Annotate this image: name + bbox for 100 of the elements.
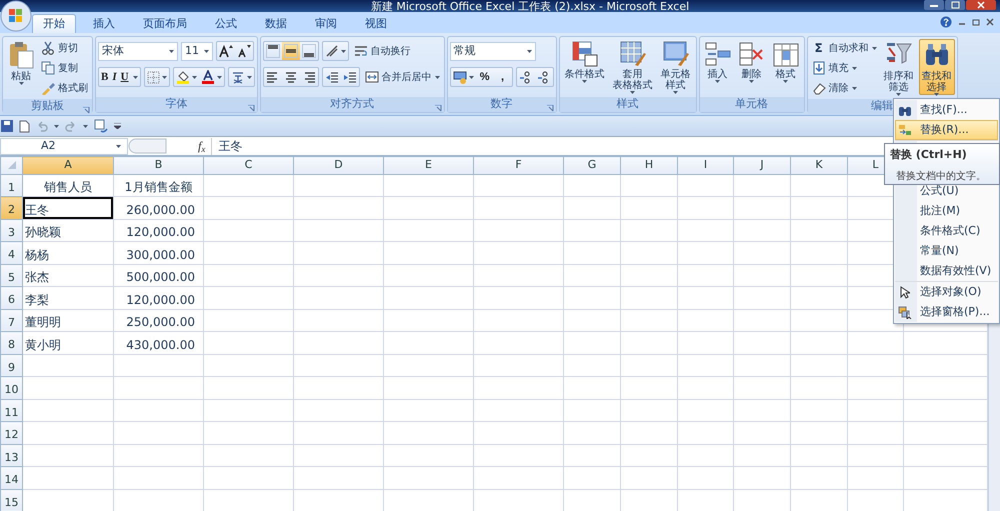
menu-item[interactable]: 查找(F)...	[895, 100, 998, 120]
group-label: 剪贴板	[31, 98, 64, 114]
ribbon-button[interactable]: 粘贴	[5, 39, 37, 95]
menu-item[interactable]: 常量(N)	[895, 241, 998, 261]
column-header[interactable]: G	[564, 156, 620, 174]
row-header[interactable]: 2	[0, 196, 22, 219]
ribbon-button[interactable]: 清除	[810, 79, 879, 97]
caret-icon	[340, 50, 346, 52]
ribbon-button[interactable]: 复制	[39, 59, 90, 77]
ribbon-tab[interactable]: 开始	[32, 14, 76, 33]
caret-icon	[673, 91, 678, 94]
column-header[interactable]: D	[294, 156, 384, 174]
ribbon-button[interactable]: 插入	[702, 39, 734, 95]
font-style-button[interactable]: U	[118, 68, 131, 86]
ribbon-tab[interactable]: 视图	[354, 14, 398, 33]
menu-item[interactable]: 数据有效性(V)	[895, 261, 998, 281]
row-header[interactable]: 13	[0, 444, 22, 466]
font-size-field[interactable]: 11	[181, 42, 213, 60]
delete-cells-icon	[738, 41, 765, 67]
eraser-icon	[812, 81, 826, 95]
row-header[interactable]: 5	[0, 264, 22, 286]
row-header[interactable]: 12	[0, 422, 22, 444]
caret-icon	[468, 76, 474, 78]
restore-icon	[945, 0, 965, 10]
restore-icon	[972, 18, 980, 26]
menu-item[interactable]: 公式(U)	[895, 181, 998, 201]
clipboard-icon	[8, 41, 34, 69]
ribbon-button[interactable]: Σ 自动求和	[810, 39, 879, 57]
column-header[interactable]: B	[114, 156, 204, 174]
merge-center-button[interactable]: 合并后居中	[362, 68, 442, 86]
menu-item[interactable]: 选择对象(O)	[895, 282, 998, 302]
column-header[interactable]: C	[204, 156, 294, 174]
menu-item[interactable]: 条件格式(C)	[895, 221, 998, 241]
borders-icon	[146, 70, 160, 84]
ribbon-button[interactable]: 查找和 选择	[918, 39, 955, 95]
ribbon-button[interactable]: 删除	[736, 39, 768, 95]
vertical-align-button[interactable]	[300, 42, 318, 60]
menu-item[interactable]: 替换(R)...	[895, 120, 998, 140]
corner-icon	[8, 160, 16, 169]
insert-function-button[interactable]: f$_{x}$	[198, 137, 206, 155]
number-style-button[interactable]: %	[476, 68, 494, 86]
ribbon-tab[interactable]: 页面布局	[132, 14, 198, 33]
ribbon-button[interactable]: 格式	[770, 39, 802, 95]
row-header[interactable]: 15	[0, 489, 22, 511]
paint-bucket-icon	[176, 70, 190, 84]
ribbon-button[interactable]: 套用 表格格式	[610, 39, 656, 95]
grow-font-icon	[219, 44, 233, 58]
ribbon-tab[interactable]: 公式	[204, 14, 248, 33]
row-header[interactable]: 9	[0, 354, 22, 376]
menu-item[interactable]: 批注(M)	[895, 201, 998, 221]
ribbon-button[interactable]: 排序和 筛选	[880, 39, 917, 95]
row-header[interactable]: 14	[0, 466, 22, 489]
phonetic-icon	[230, 70, 245, 84]
ribbon-tab[interactable]: 数据	[254, 14, 298, 33]
number-format-field[interactable]: 常规	[450, 42, 536, 60]
splitter-icon	[128, 138, 168, 154]
font-style-button[interactable]: B	[99, 68, 110, 86]
vertical-align-button[interactable]	[264, 42, 282, 60]
align-icon	[284, 44, 298, 58]
ribbon-tab[interactable]: 插入	[82, 14, 126, 33]
column-header[interactable]: A	[22, 156, 114, 174]
ribbon-button[interactable]: 条件格式	[562, 39, 608, 95]
name-box[interactable]: A2	[0, 138, 128, 154]
ribbon-button[interactable]: 填充	[810, 59, 879, 77]
row-header[interactable]: 10	[0, 376, 22, 399]
merge-cells-icon	[364, 70, 379, 84]
table-cell: 黄小明	[22, 332, 114, 354]
column-header[interactable]: H	[620, 156, 678, 174]
row-header[interactable]: 11	[0, 399, 22, 422]
table-cell: 董明明	[22, 309, 114, 332]
caret-icon	[132, 76, 138, 78]
undo-icon	[36, 120, 48, 132]
pointer-icon	[900, 286, 910, 298]
row-header[interactable]: 3	[0, 219, 22, 242]
column-header[interactable]: I	[678, 156, 734, 174]
font-name-field[interactable]: 宋体	[98, 42, 178, 60]
row-header[interactable]: 7	[0, 309, 22, 332]
font-style-button[interactable]: I	[110, 68, 119, 86]
column-header[interactable]: K	[790, 156, 848, 174]
row-header[interactable]: 6	[0, 286, 22, 309]
ribbon-button[interactable]: 格式刷	[39, 79, 90, 97]
vertical-align-button[interactable]	[282, 42, 300, 60]
column-header[interactable]: F	[474, 156, 564, 174]
money-icon	[452, 70, 467, 84]
align-icon	[302, 44, 316, 58]
table-cell: 260,000.00	[114, 196, 204, 219]
column-header[interactable]: J	[734, 156, 790, 174]
row-header[interactable]: 4	[0, 242, 22, 264]
number-style-button[interactable]: ,	[494, 68, 512, 86]
table-cell: 250,000.00	[114, 309, 204, 332]
save-icon	[1, 120, 13, 132]
wrap-text-button[interactable]: 自动换行	[352, 42, 413, 60]
ribbon-button[interactable]: 单元格 样式	[658, 39, 694, 95]
row-header[interactable]: 1	[0, 174, 22, 196]
row-header[interactable]: 8	[0, 332, 22, 354]
menu-item[interactable]: 选择窗格(P)...	[895, 302, 998, 322]
font-color-icon	[200, 70, 215, 84]
ribbon-tab[interactable]: 审阅	[304, 14, 348, 33]
ribbon-button[interactable]: 剪切	[39, 39, 90, 57]
column-header[interactable]: E	[384, 156, 474, 174]
